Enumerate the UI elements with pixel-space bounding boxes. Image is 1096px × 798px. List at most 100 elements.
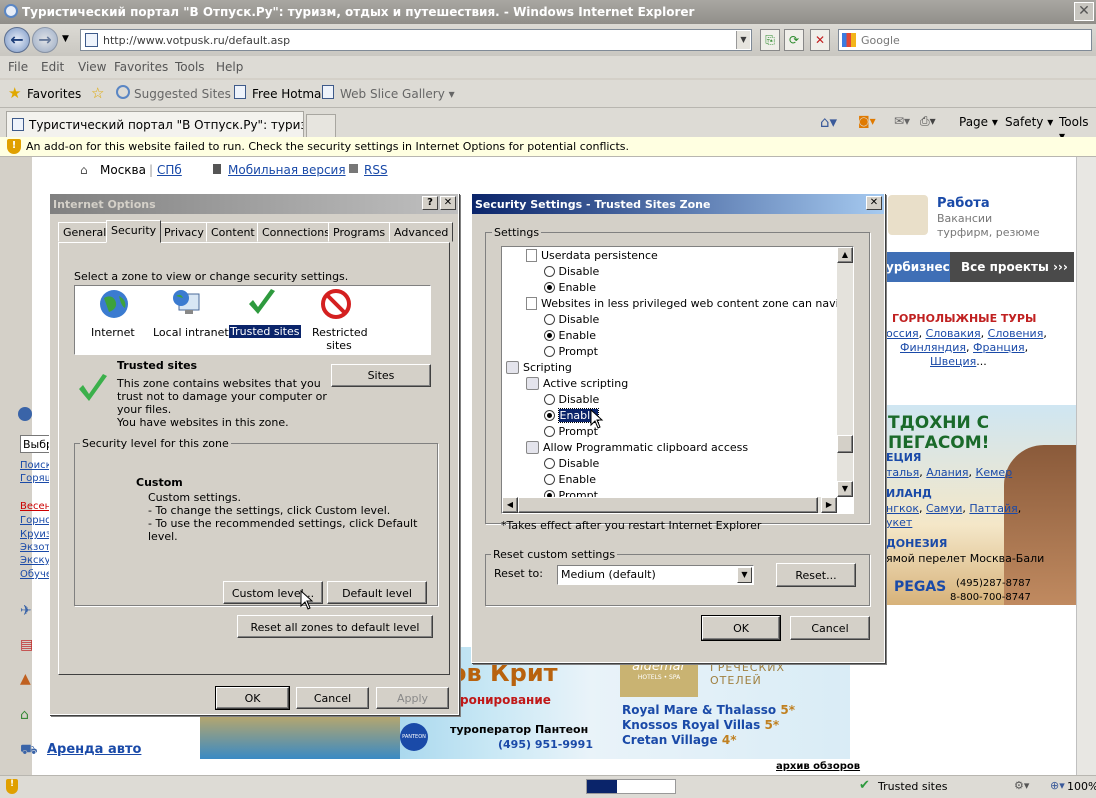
left-link-spring[interactable]: Весен: [20, 501, 51, 512]
status-zone[interactable]: Trusted sites: [878, 780, 948, 793]
ski-link-slovenia[interactable]: Словения: [988, 327, 1044, 340]
scroll-right-button[interactable]: ▶: [821, 497, 837, 513]
zone-local-intranet[interactable]: Local intranet: [153, 326, 229, 339]
radio-userdata-disable[interactable]: [544, 266, 555, 277]
stop-button[interactable]: ✕: [810, 29, 830, 51]
protected-mode-icon[interactable]: ⚙▾: [1014, 779, 1029, 792]
forward-button[interactable]: →: [32, 27, 58, 53]
menu-file[interactable]: File: [8, 60, 28, 74]
close-window-button[interactable]: ✕: [1074, 2, 1094, 21]
pegas-link-phuket[interactable]: укет: [886, 516, 912, 529]
information-bar[interactable]: ! An add-on for this website failed to r…: [0, 137, 1096, 157]
reset-button[interactable]: Reset...: [776, 563, 856, 587]
tree-hscroll[interactable]: ◀ ▶: [502, 497, 837, 513]
websites-disable-option[interactable]: Disable: [544, 313, 599, 326]
userdata-enable-option[interactable]: Enable: [544, 281, 596, 294]
userdata-disable-option[interactable]: Disable: [544, 265, 599, 278]
address-bar[interactable]: http://www.votpusk.ru/default.asp ▼: [80, 29, 752, 51]
tab-content[interactable]: Content: [206, 222, 260, 242]
pegas-link-samui[interactable]: Самуи: [926, 502, 962, 515]
clipboard-prompt-option[interactable]: Prompt: [544, 489, 598, 497]
rent-car-link[interactable]: Аренда авто: [47, 742, 141, 757]
business-tab[interactable]: урбизнес: [886, 252, 950, 282]
ski-link-more[interactable]: ...: [976, 355, 987, 368]
rss-link[interactable]: RSS: [364, 163, 388, 177]
tab-general[interactable]: General: [58, 222, 112, 242]
clipboard-enable-option[interactable]: Enable: [544, 473, 596, 486]
scroll-thumb[interactable]: [837, 435, 853, 453]
hscroll-thumb[interactable]: [518, 497, 818, 513]
radio-websites-enable[interactable]: [544, 330, 555, 341]
radio-active-prompt[interactable]: [544, 426, 555, 437]
history-dropdown-icon[interactable]: ▼: [62, 34, 69, 44]
websites-prompt-option[interactable]: Prompt: [544, 345, 598, 358]
free-hotmail-link[interactable]: Free Hotmail: [252, 87, 328, 101]
chevron-down-icon[interactable]: ▼: [737, 567, 752, 583]
ski-link-finland[interactable]: Финляндия: [900, 341, 966, 354]
pegas-link-pattaya[interactable]: Паттайя: [969, 502, 1017, 515]
mobile-version-link[interactable]: Мобильная версия: [228, 163, 346, 177]
radio-websites-prompt[interactable]: [544, 346, 555, 357]
zone-internet[interactable]: Internet: [91, 326, 135, 339]
zoom-level[interactable]: 100%: [1067, 780, 1096, 793]
mail-icon[interactable]: ✉▾: [894, 114, 910, 128]
menu-help[interactable]: Help: [216, 60, 243, 74]
left-link-education[interactable]: Обуче: [20, 569, 52, 580]
close-security-dialog-button[interactable]: ✕: [866, 196, 882, 210]
menu-favorites[interactable]: Favorites: [114, 60, 168, 74]
reset-to-select[interactable]: Medium (default) ▼: [557, 565, 754, 585]
tab-connections[interactable]: Connections: [257, 222, 335, 242]
radio-clipboard-enable[interactable]: [544, 474, 555, 485]
ok-button[interactable]: OK: [215, 686, 290, 710]
menu-view[interactable]: View: [78, 60, 106, 74]
pegas-banner[interactable]: ТДОХНИ С ПЕГАСОМ! ЕЦИЯ талья, Алания, Ке…: [886, 405, 1086, 605]
left-link-search[interactable]: Поиск: [20, 460, 52, 471]
zone-restricted-sites[interactable]: Restricted sites: [312, 326, 368, 352]
zone-trusted-sites[interactable]: Trusted sites: [229, 325, 301, 338]
left-link-exotic[interactable]: Экзот: [20, 542, 50, 553]
websites-enable-option[interactable]: Enable: [544, 329, 596, 342]
apply-button[interactable]: Apply: [376, 687, 449, 709]
tab-security[interactable]: Security: [106, 220, 162, 243]
favorites-button[interactable]: Favorites: [27, 87, 81, 101]
tab-privacy[interactable]: Privacy: [159, 222, 209, 242]
ski-link-sweden[interactable]: Швеция: [930, 355, 976, 368]
home-small-icon[interactable]: ⌂: [80, 163, 88, 177]
scroll-left-button[interactable]: ◀: [502, 497, 518, 513]
ski-link-slovakia[interactable]: Словакия: [926, 327, 981, 340]
tab-advanced[interactable]: Advanced: [389, 222, 454, 242]
left-link-cruise[interactable]: Круиз: [20, 529, 51, 540]
default-level-button[interactable]: Default level: [327, 581, 427, 604]
back-button[interactable]: ←: [4, 27, 30, 53]
radio-clipboard-prompt[interactable]: [544, 490, 555, 497]
feeds-icon[interactable]: ◙▾: [858, 114, 876, 128]
status-warning-icon[interactable]: !: [6, 779, 18, 794]
reset-all-zones-button[interactable]: Reset all zones to default level: [237, 615, 433, 638]
home-icon[interactable]: ⌂▾: [820, 113, 837, 131]
scroll-up-button[interactable]: ▲: [837, 247, 853, 263]
radio-userdata-enable[interactable]: [544, 282, 555, 293]
help-button[interactable]: ?: [422, 196, 438, 210]
new-tab-button[interactable]: [306, 114, 336, 137]
menu-tools[interactable]: Tools: [175, 60, 205, 74]
pegas-link-antalya[interactable]: талья: [886, 466, 919, 479]
radio-clipboard-disable[interactable]: [544, 458, 555, 469]
left-link-excursion[interactable]: Экску: [20, 555, 50, 566]
job-title-link[interactable]: Работа: [937, 196, 990, 211]
radio-active-disable[interactable]: [544, 394, 555, 405]
compatibility-view-button[interactable]: ⎘: [760, 29, 780, 51]
suggested-sites-link[interactable]: Suggested Sites ▾: [134, 87, 241, 101]
radio-websites-disable[interactable]: [544, 314, 555, 325]
radio-active-enable[interactable]: [544, 410, 555, 421]
refresh-button[interactable]: ⟳: [784, 29, 804, 51]
left-link-ski[interactable]: Горно: [20, 515, 51, 526]
web-slice-gallery-link[interactable]: Web Slice Gallery ▾: [340, 87, 455, 101]
add-favorite-icon[interactable]: ☆: [91, 84, 104, 102]
sites-button[interactable]: Sites: [331, 364, 431, 387]
pegas-link-alanya[interactable]: Алания: [926, 466, 968, 479]
ski-link-france[interactable]: Франция: [973, 341, 1025, 354]
browser-tab[interactable]: Туристический портал "В Отпуск.Ру": тури…: [6, 111, 304, 137]
ski-tours-title[interactable]: ГОРНОЛЫЖНЫЕ ТУРЫ: [892, 312, 1036, 325]
security-cancel-button[interactable]: Cancel: [790, 616, 870, 640]
clipboard-disable-option[interactable]: Disable: [544, 457, 599, 470]
